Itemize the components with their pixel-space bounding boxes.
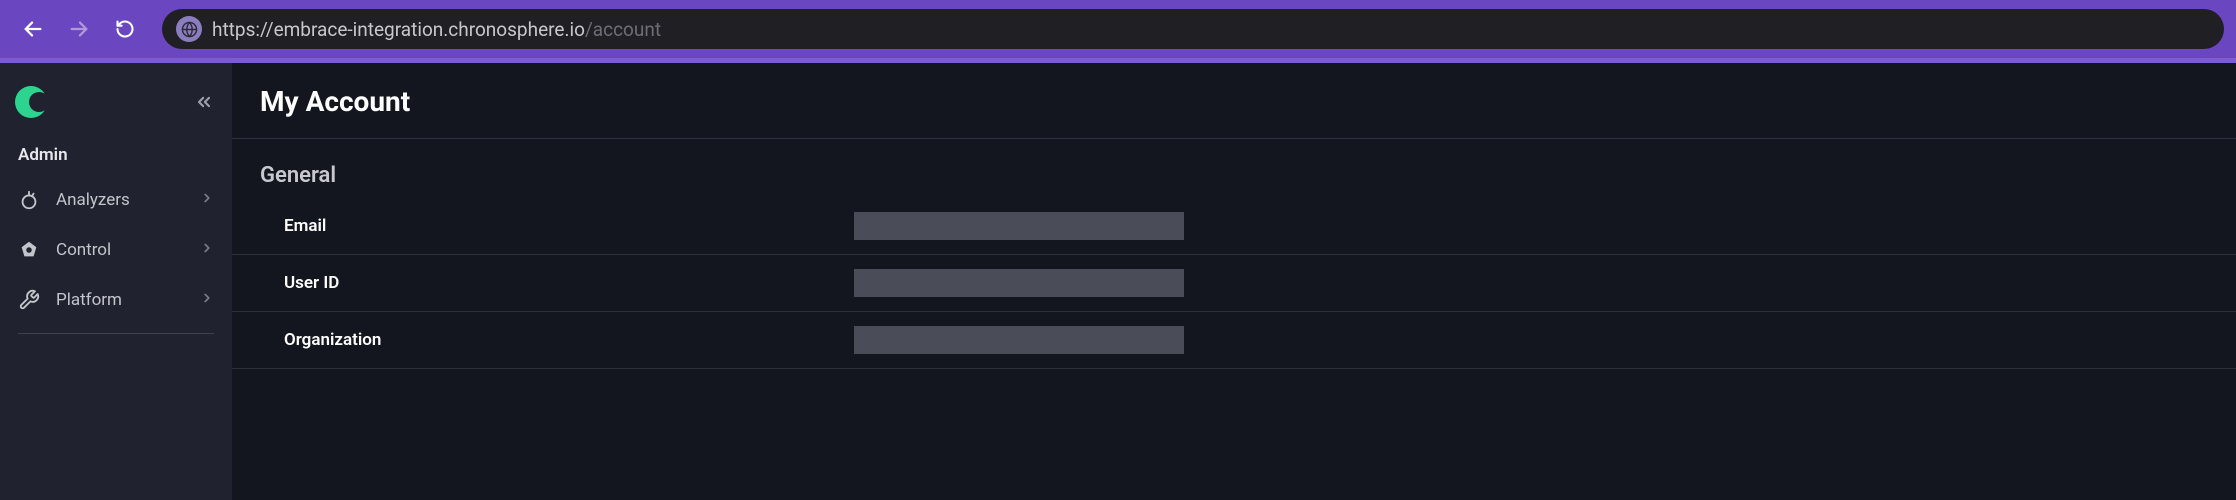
forward-button[interactable] — [58, 8, 100, 50]
field-label: User ID — [284, 273, 854, 293]
chevron-right-icon — [200, 240, 214, 260]
analyzers-icon — [18, 189, 40, 211]
arrow-right-icon — [68, 18, 90, 40]
field-value-redacted — [854, 326, 1184, 354]
url-text: https://embrace-integration.chronosphere… — [212, 18, 661, 41]
field-row-user-id: User ID — [232, 255, 2236, 312]
collapse-sidebar-button[interactable] — [194, 92, 214, 112]
sidebar-separator — [18, 333, 214, 334]
browser-toolbar: https://embrace-integration.chronosphere… — [0, 0, 2236, 58]
field-value-redacted — [854, 212, 1184, 240]
back-button[interactable] — [12, 8, 54, 50]
sidebar-item-control[interactable]: Control — [0, 225, 232, 275]
section-title: General — [232, 139, 2236, 198]
sidebar-section-label: Admin — [0, 137, 232, 175]
page-title: My Account — [232, 63, 2236, 138]
sidebar-item-label: Analyzers — [56, 190, 184, 210]
sidebar-item-label: Control — [56, 240, 184, 260]
sidebar-item-platform[interactable]: Platform — [0, 275, 232, 325]
reload-button[interactable] — [104, 8, 146, 50]
app-logo[interactable] — [14, 85, 48, 119]
reload-icon — [115, 19, 135, 39]
field-value-redacted — [854, 269, 1184, 297]
site-identity-button[interactable] — [176, 16, 202, 42]
chevron-right-icon — [200, 290, 214, 310]
sidebar-item-label: Platform — [56, 290, 184, 310]
platform-icon — [18, 289, 40, 311]
field-row-organization: Organization — [232, 312, 2236, 369]
field-label: Organization — [284, 330, 854, 350]
arrow-left-icon — [22, 18, 44, 40]
globe-icon — [181, 21, 198, 38]
url-bar[interactable]: https://embrace-integration.chronosphere… — [162, 9, 2224, 49]
chevron-double-left-icon — [194, 92, 214, 112]
chevron-right-icon — [200, 190, 214, 210]
main-content: My Account General Email User ID Organiz… — [232, 63, 2236, 500]
sidebar: Admin Analyzers Control Platform — [0, 63, 232, 500]
field-row-email: Email — [232, 198, 2236, 255]
field-label: Email — [284, 216, 854, 236]
sidebar-item-analyzers[interactable]: Analyzers — [0, 175, 232, 225]
logo-icon — [14, 85, 48, 119]
control-icon — [18, 239, 40, 261]
